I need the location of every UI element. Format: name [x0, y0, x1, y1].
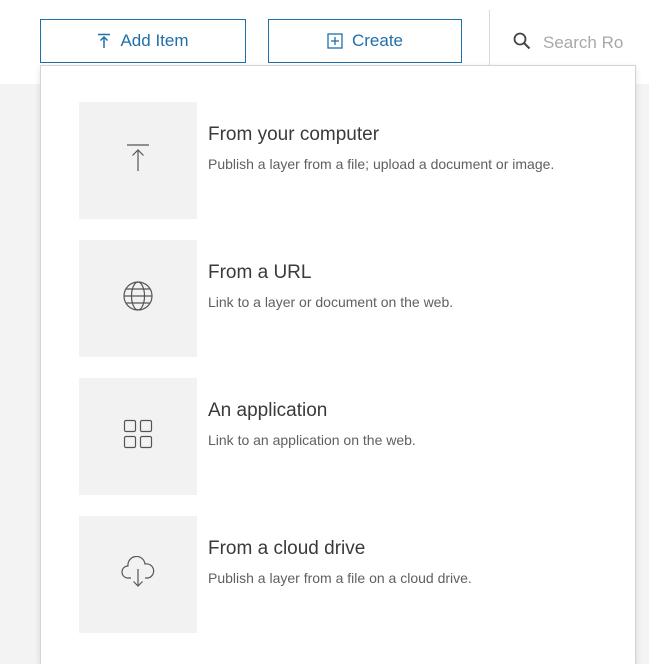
menu-item-description: Publish a layer from a file; upload a do… [208, 156, 555, 172]
menu-item-from-url[interactable]: From a URL Link to a layer or document o… [79, 240, 619, 357]
menu-item-tile [79, 378, 197, 495]
menu-item-application[interactable]: An application Link to an application on… [79, 378, 619, 495]
menu-item-from-computer[interactable]: From your computer Publish a layer from … [79, 102, 619, 219]
menu-item-description: Link to a layer or document on the web. [208, 294, 454, 310]
upload-icon [124, 143, 152, 178]
menu-item-tile [79, 516, 197, 633]
search-box [513, 26, 649, 60]
menu-item-title: An application [208, 400, 328, 421]
search-icon [513, 32, 531, 55]
menu-item-tile [79, 240, 197, 357]
page: Add Item Create Search Ro From your comp… [0, 0, 649, 664]
plus-square-icon [327, 33, 343, 49]
upload-icon [97, 33, 111, 49]
grid-icon [123, 419, 153, 454]
menu-item-tile [79, 102, 197, 219]
cloud-download-icon [120, 555, 156, 593]
globe-icon [122, 280, 154, 317]
search-input[interactable] [543, 33, 649, 53]
create-label: Create [351, 31, 404, 50]
menu-item-title: From your computer [208, 124, 380, 145]
menu-item-cloud-drive[interactable]: From a cloud drive Publish a layer from … [79, 516, 619, 633]
add-item-label: Add Item [120, 31, 189, 50]
menu-item-title: From a cloud drive [208, 538, 366, 559]
menu-item-title: From a URL [208, 262, 312, 283]
create-button[interactable]: Create [268, 19, 462, 63]
add-item-button[interactable]: Add Item [40, 19, 246, 63]
add-item-menu: From your computer Publish a layer from … [40, 65, 636, 664]
menu-item-description: Publish a layer from a file on a cloud d… [208, 570, 472, 586]
menu-item-description: Link to an application on the web. [208, 432, 416, 448]
